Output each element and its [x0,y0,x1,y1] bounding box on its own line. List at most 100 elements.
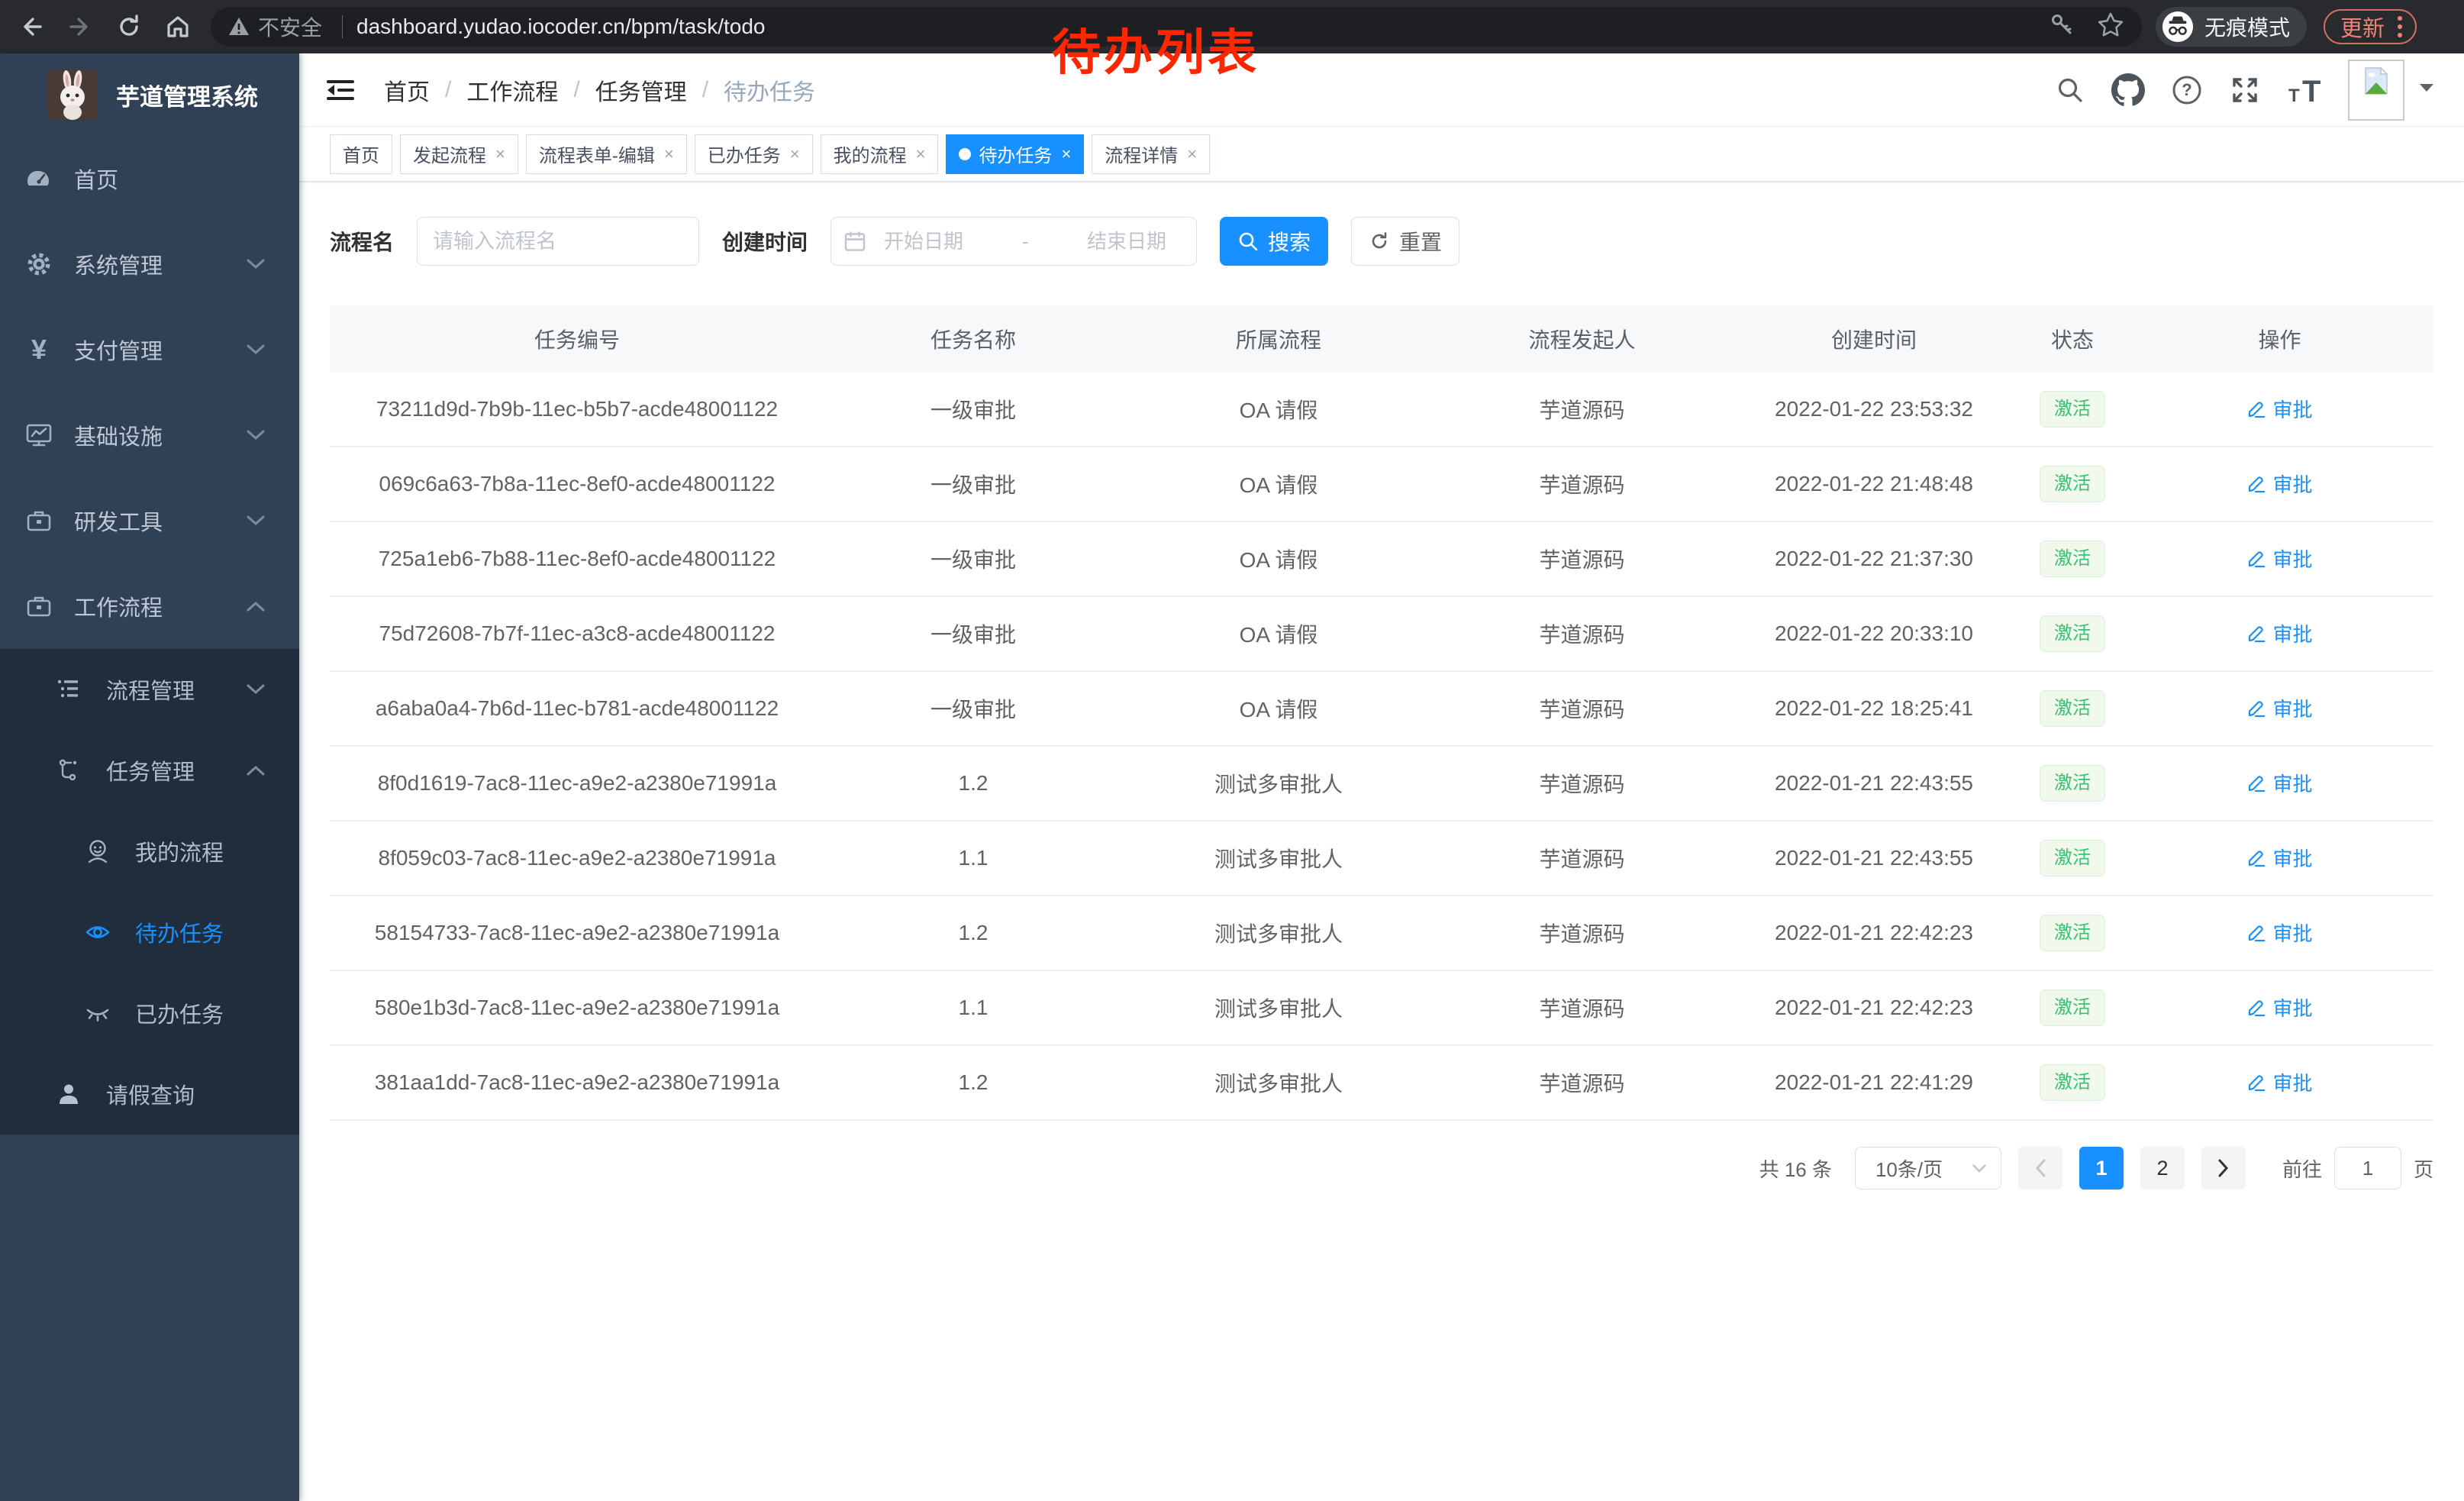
cell-initiator: 芋道源码 [1435,394,1729,424]
goto-page: 前往 页 [2282,1147,2433,1190]
sidebar-item-leave-query[interactable]: 请假查询 [0,1054,299,1135]
sidebar-item-payment[interactable]: ¥ 支付管理 [0,307,299,392]
status-badge: 激活 [2040,989,2105,1027]
tab-close-icon[interactable]: × [790,144,800,164]
sidebar-item-infrastructure[interactable]: 基础设施 [0,392,299,478]
page-button-2[interactable]: 2 [2140,1147,2185,1190]
sidebar-item-done-tasks[interactable]: 已办任务 [0,973,299,1054]
approve-link[interactable]: 审批 [2246,769,2312,797]
prev-page-button[interactable] [2018,1147,2062,1190]
approve-link[interactable]: 审批 [2246,918,2312,947]
edit-pen-icon [2246,997,2266,1017]
edit-pen-icon [2246,773,2266,792]
back-icon[interactable] [14,9,49,44]
approve-link[interactable]: 审批 [2246,844,2312,872]
app-logo[interactable]: 芋道管理系统 [0,53,299,136]
goto-page-input[interactable] [2334,1147,2401,1190]
sidebar-item-label: 我的流程 [135,835,224,867]
tab[interactable]: 首页 [330,134,392,174]
chevron-down-icon [246,515,266,527]
broken-image-icon [2361,66,2391,96]
cell-initiator: 芋道源码 [1435,768,1729,799]
approve-link[interactable]: 审批 [2246,1068,2312,1096]
end-date-input[interactable] [1069,230,1184,253]
toolbox-icon [25,507,53,534]
avatar[interactable] [2348,60,2404,121]
tab-close-icon[interactable]: × [1061,144,1071,164]
sidebar-item-task-management[interactable]: 任务管理 [0,730,299,811]
sidebar-item-my-process[interactable]: 我的流程 [0,811,299,892]
tab[interactable]: 我的流程 × [821,134,939,174]
sidebar-item-process-management[interactable]: 流程管理 [0,649,299,730]
tab-close-icon[interactable]: × [495,144,505,164]
key-icon[interactable] [2049,11,2076,43]
approve-link[interactable]: 审批 [2246,993,2312,1022]
page-size-select[interactable]: 10条/页 [1855,1147,2001,1190]
github-icon[interactable] [2111,73,2145,107]
sidebar-item-label: 首页 [74,163,118,195]
cell-task-id: 58154733-7ac8-11ec-a9e2-a2380e71991a [330,921,824,945]
star-icon[interactable] [2096,11,2125,44]
tab[interactable]: 发起流程 × [400,134,518,174]
approve-link[interactable]: 审批 [2246,619,2312,647]
approve-link[interactable]: 审批 [2246,694,2312,722]
cell-task-id: a6aba0a4-7b6d-11ec-b781-acde48001122 [330,696,824,721]
approve-link[interactable]: 审批 [2246,470,2312,498]
table-row: 725a1eb6-7b88-11ec-8ef0-acde48001122 一级审… [330,522,2433,597]
tab[interactable]: 待办任务 × [946,134,1084,174]
svg-text:?: ? [2182,80,2191,99]
sidebar-item-workflow[interactable]: 工作流程 [0,563,299,649]
edit-pen-icon [2246,1072,2266,1092]
page-button-1[interactable]: 1 [2079,1147,2124,1190]
tab[interactable]: 流程详情 × [1092,134,1210,174]
sidebar-item-todo-tasks[interactable]: 待办任务 [0,892,299,973]
kebab-menu-icon[interactable] [2395,14,2404,40]
page-content: 流程名 创建时间 - 搜索 重置 [299,182,2464,1190]
approve-link[interactable]: 审批 [2246,544,2312,573]
breadcrumb-workflow[interactable]: 工作流程 [466,73,558,107]
update-button[interactable]: 更新 [2324,9,2417,44]
sidebar-item-label: 任务管理 [106,754,195,786]
cell-created-time: 2022-01-22 18:25:41 [1729,696,2019,721]
approve-link[interactable]: 审批 [2246,395,2312,423]
cell-created-time: 2022-01-21 22:42:23 [1729,996,2019,1020]
tab-close-icon[interactable]: × [664,144,674,164]
reload-icon[interactable] [111,9,147,44]
cell-process: 测试多审批人 [1122,993,1435,1023]
cell-initiator: 芋道源码 [1435,693,1729,724]
date-range-picker[interactable]: - [830,217,1197,266]
start-date-input[interactable] [866,230,981,253]
help-icon[interactable]: ? [2171,74,2203,106]
search-icon[interactable] [2055,75,2085,105]
tab-label: 已办任务 [708,140,781,167]
approve-link-label: 审批 [2272,544,2312,573]
next-page-button[interactable] [2201,1147,2246,1190]
home-icon[interactable] [160,9,195,44]
forward-icon[interactable] [63,9,98,44]
breadcrumb-task-management[interactable]: 任务管理 [595,73,687,107]
sidebar: 芋道管理系统 首页 系统管理 ¥ 支付管理 基础设施 [0,53,299,1501]
breadcrumb-home[interactable]: 首页 [384,73,430,107]
sidebar-item-home[interactable]: 首页 [0,136,299,221]
sidebar-item-system[interactable]: 系统管理 [0,221,299,307]
sidebar-fold-icon[interactable] [324,75,357,105]
tab[interactable]: 流程表单-编辑 × [526,134,687,174]
edit-pen-icon [2246,922,2266,942]
font-size-icon[interactable]: TT [2287,74,2324,106]
yen-icon: ¥ [25,334,53,366]
approve-link-label: 审批 [2272,769,2312,797]
tab-close-icon[interactable]: × [916,144,926,164]
sidebar-item-dev-tools[interactable]: 研发工具 [0,478,299,563]
security-label[interactable]: 不安全 [258,11,322,42]
reset-button[interactable]: 重置 [1351,217,1459,266]
active-tab-dot [959,148,971,160]
chevron-down-icon [246,429,266,441]
column-header: 任务名称 [824,324,1122,354]
tab[interactable]: 已办任务 × [695,134,813,174]
caret-down-icon[interactable] [2418,82,2435,97]
process-name-input[interactable] [417,217,699,266]
cell-initiator: 芋道源码 [1435,469,1729,499]
fullscreen-icon[interactable] [2229,74,2261,106]
search-button[interactable]: 搜索 [1220,217,1328,266]
tab-close-icon[interactable]: × [1187,144,1197,164]
